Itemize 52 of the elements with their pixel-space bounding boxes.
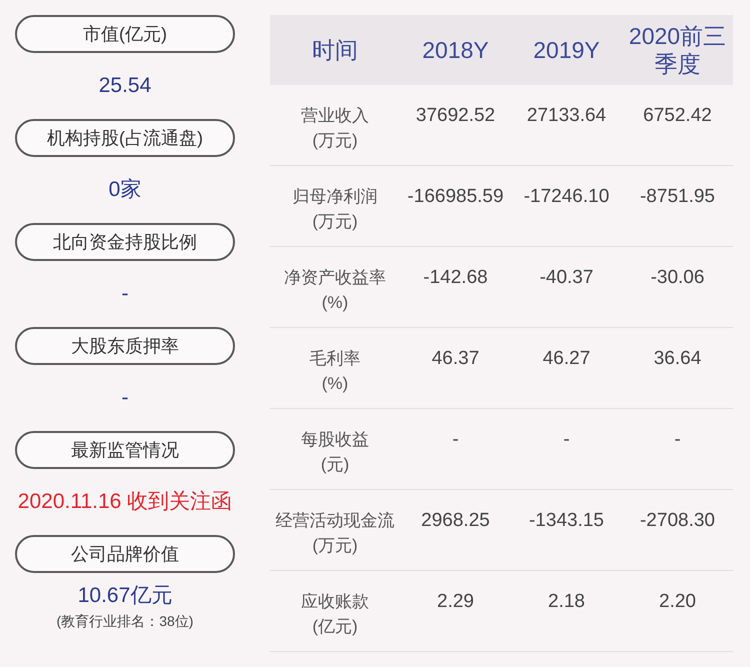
table-cell-text: -166985.59 <box>407 185 504 209</box>
table-cell-text: 2.29 <box>437 590 474 614</box>
table-cell-text: 6752.42 <box>643 104 712 128</box>
metric-value: 25.54 <box>98 73 152 100</box>
table-cell-text: 2968.25 <box>421 509 490 533</box>
metric-label: 大股东质押率 <box>15 327 235 365</box>
table-cell-text: 2.20 <box>659 590 696 614</box>
table-cell-text: -17246.10 <box>524 185 610 209</box>
row-label: 应收账款 <box>301 591 369 613</box>
row-label: 净资产收益率 <box>284 267 386 289</box>
metric-value: 2020.11.16 收到关注函 <box>18 489 232 516</box>
table-cell-text: - <box>452 428 459 452</box>
table-cell-text: 37692.52 <box>416 104 496 128</box>
table-cell-text: -30.06 <box>650 266 704 290</box>
metric-note: (教育行业排名：38位) <box>56 612 194 632</box>
row-label: 营业收入 <box>301 105 369 127</box>
metric-value: - <box>122 281 128 308</box>
table-cell-text: - <box>563 428 570 452</box>
row-unit: (亿元) <box>312 616 358 638</box>
column-header: 2020前三季度 <box>628 22 728 78</box>
column-header: 2019Y <box>532 36 601 64</box>
metric-label: 北向资金持股比例 <box>15 223 235 261</box>
table-cell-text: 36.64 <box>654 347 702 371</box>
table-cell-text: - <box>674 428 681 452</box>
row-unit: (万元) <box>312 535 358 557</box>
table-cell-text: -2708.30 <box>640 509 715 533</box>
row-unit: (万元) <box>312 130 358 152</box>
metric-label: 市值(亿元) <box>15 15 235 53</box>
table-cell-text: -1343.15 <box>528 509 604 533</box>
metric-value: 10.67亿元 <box>78 582 172 609</box>
metric-value: - <box>122 385 128 412</box>
table-cell-text: -142.68 <box>423 266 488 290</box>
row-label: 毛利率 <box>310 348 360 370</box>
metric-value: 0家 <box>108 177 142 204</box>
column-header: 2018Y <box>421 36 490 64</box>
table-cell-text: 2.18 <box>548 590 585 614</box>
row-unit: (元) <box>320 454 350 476</box>
table-cell-text: 46.27 <box>542 347 590 371</box>
row-unit: (%) <box>322 292 348 314</box>
table-cell-text: -40.37 <box>540 266 594 290</box>
row-label: 每股收益 <box>301 429 369 451</box>
row-unit: (%) <box>322 373 348 395</box>
table-cell-text: -8751.95 <box>640 185 715 209</box>
table-cell-text: 27133.64 <box>526 104 606 128</box>
row-label: 经营活动现金流 <box>276 510 394 532</box>
row-unit: (万元) <box>312 211 358 233</box>
metric-label: 机构持股(占流通盘) <box>15 119 235 157</box>
table-cell-text: 46.37 <box>432 347 480 371</box>
metric-label: 最新监管情况 <box>15 431 235 469</box>
metric-label: 公司品牌价值 <box>15 535 235 573</box>
row-label: 归母净利润 <box>292 186 378 208</box>
column-header: 时间 <box>311 36 359 64</box>
